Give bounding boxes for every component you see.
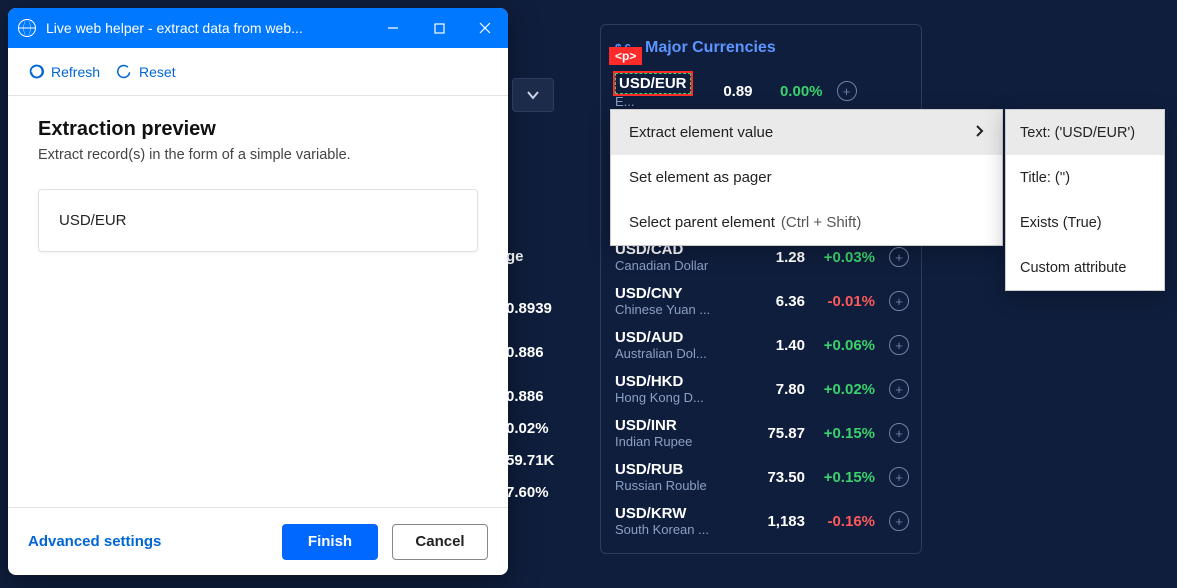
add-button[interactable]: + xyxy=(889,467,909,487)
dialog-heading: Extraction preview xyxy=(38,118,478,141)
dialog-subtitle: Extract record(s) in the form of a simpl… xyxy=(38,147,478,163)
highlighted-row[interactable]: <p> USD/EUR E... 0.89 0.00% + xyxy=(601,67,921,115)
add-button[interactable]: + xyxy=(889,423,909,443)
bg-value: 7.60% xyxy=(506,484,549,501)
bg-value: 0.02% xyxy=(506,420,549,437)
reset-button[interactable]: Reset xyxy=(116,63,176,80)
toolbar: Refresh Reset xyxy=(8,48,508,96)
submenu-custom[interactable]: Custom attribute xyxy=(1006,245,1164,290)
menu-select-parent[interactable]: Select parent element (Ctrl + Shift) xyxy=(611,200,1002,245)
major-currencies-panel: $ € Major Currencies <p> USD/EUR E... 0.… xyxy=(600,24,922,554)
pair-code: USD/KRW xyxy=(615,505,743,522)
context-submenu: Text: ('USD/EUR') Title: ('') Exists (Tr… xyxy=(1005,109,1165,291)
menu-extract-value[interactable]: Extract element value xyxy=(611,110,1002,155)
pair-value: 1.40 xyxy=(751,337,805,354)
add-button[interactable]: + xyxy=(889,291,909,311)
pair-desc: Chinese Yuan ... xyxy=(615,302,733,317)
pair-change: +0.02% xyxy=(813,381,875,398)
pair-code: USD/HKD xyxy=(615,373,743,390)
highlighted-pair[interactable]: USD/EUR xyxy=(615,73,691,94)
submenu-title[interactable]: Title: ('') xyxy=(1006,155,1164,200)
submenu-arrow xyxy=(975,124,984,142)
close-icon xyxy=(479,22,491,34)
close-button[interactable] xyxy=(462,8,508,48)
maximize-icon xyxy=(434,23,445,34)
currency-row[interactable]: USD/CNYChinese Yuan ... 6.36 -0.01% + xyxy=(601,279,921,323)
pair-desc: South Korean ... xyxy=(615,522,733,537)
minimize-button[interactable] xyxy=(370,8,416,48)
pair-value: 1,183 xyxy=(751,513,805,530)
currency-row[interactable]: USD/HKDHong Kong D... 7.80 +0.02% + xyxy=(601,367,921,411)
pair-change: +0.15% xyxy=(813,469,875,486)
submenu-text[interactable]: Text: ('USD/EUR') xyxy=(1006,110,1164,155)
pair-code: USD/CNY xyxy=(615,285,743,302)
pair-desc: Russian Rouble xyxy=(615,478,733,493)
add-button[interactable]: + xyxy=(837,81,857,101)
add-button[interactable]: + xyxy=(889,379,909,399)
pair-code: USD/INR xyxy=(615,417,743,434)
pair-change: +0.06% xyxy=(813,337,875,354)
element-tag: <p> xyxy=(609,47,642,65)
currency-row[interactable]: USD/RUBRussian Rouble 73.50 +0.15% + xyxy=(601,455,921,499)
bg-label: ge xyxy=(506,248,524,265)
pair-desc: Canadian Dollar xyxy=(615,258,733,273)
cancel-button[interactable]: Cancel xyxy=(392,524,488,560)
pair-value: 73.50 xyxy=(751,469,805,486)
bg-value: 0.8939 xyxy=(506,300,552,317)
pair-change: +0.15% xyxy=(813,425,875,442)
add-button[interactable]: + xyxy=(889,247,909,267)
pair-change: -0.01% xyxy=(813,293,875,310)
extracted-value: USD/EUR xyxy=(59,212,127,229)
dialog-footer: Advanced settings Finish Cancel xyxy=(8,507,508,575)
bg-value: 0.886 xyxy=(506,344,544,361)
extraction-preview-card: USD/EUR xyxy=(38,189,478,252)
pair-change: -0.16% xyxy=(813,513,875,530)
titlebar: Live web helper - extract data from web.… xyxy=(8,8,508,48)
pair-code: USD/RUB xyxy=(615,461,743,478)
pair-code: USD/AUD xyxy=(615,329,743,346)
advanced-settings-link[interactable]: Advanced settings xyxy=(28,533,161,550)
pair-value: 1.28 xyxy=(751,249,805,266)
refresh-icon xyxy=(28,63,45,80)
dialog-body: Extraction preview Extract record(s) in … xyxy=(8,96,508,507)
currency-row[interactable]: USD/AUDAustralian Dol... 1.40 +0.06% + xyxy=(601,323,921,367)
refresh-button[interactable]: Refresh xyxy=(28,63,100,80)
pair-desc: E... xyxy=(615,94,691,109)
minimize-icon xyxy=(387,22,399,34)
pair-desc: Indian Rupee xyxy=(615,434,733,449)
keyboard-shortcut: (Ctrl + Shift) xyxy=(781,214,861,231)
finish-button[interactable]: Finish xyxy=(282,524,378,560)
context-menu: Extract element value Set element as pag… xyxy=(610,109,1003,246)
panel-title: Major Currencies xyxy=(645,39,776,57)
menu-set-pager[interactable]: Set element as pager xyxy=(611,155,1002,200)
pair-value: 6.36 xyxy=(751,293,805,310)
pair-value: 7.80 xyxy=(751,381,805,398)
chevron-right-icon xyxy=(975,124,984,138)
globe-icon xyxy=(18,19,36,37)
refresh-label: Refresh xyxy=(51,64,100,80)
reset-icon xyxy=(116,63,133,80)
pair-value: 75.87 xyxy=(751,425,805,442)
currency-row[interactable]: USD/INRIndian Rupee 75.87 +0.15% + xyxy=(601,411,921,455)
reset-label: Reset xyxy=(139,64,176,80)
pair-desc: Hong Kong D... xyxy=(615,390,733,405)
panel-header: $ € Major Currencies xyxy=(601,37,921,67)
dialog-title: Live web helper - extract data from web.… xyxy=(46,20,370,36)
currency-row[interactable]: USD/KRWSouth Korean ... 1,183 -0.16% + xyxy=(601,499,921,543)
dropdown-toggle[interactable] xyxy=(512,78,554,112)
pair-value: 0.89 xyxy=(699,83,753,100)
pair-desc: Australian Dol... xyxy=(615,346,733,361)
submenu-exists[interactable]: Exists (True) xyxy=(1006,200,1164,245)
bg-value: 59.71K xyxy=(506,452,554,469)
maximize-button[interactable] xyxy=(416,8,462,48)
chevron-down-icon xyxy=(526,90,540,100)
pair-change: +0.03% xyxy=(813,249,875,266)
add-button[interactable]: + xyxy=(889,335,909,355)
bg-value: 0.886 xyxy=(506,388,544,405)
pair-change: 0.00% xyxy=(761,83,823,100)
add-button[interactable]: + xyxy=(889,511,909,531)
live-web-helper-dialog: Live web helper - extract data from web.… xyxy=(8,8,508,575)
